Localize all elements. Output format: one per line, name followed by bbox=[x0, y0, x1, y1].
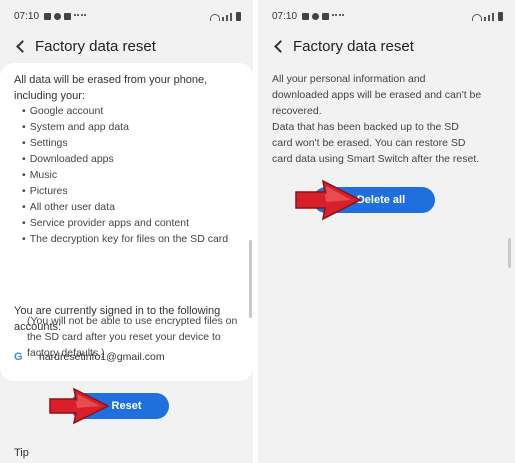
gallery-icon bbox=[44, 13, 51, 20]
list-item: • Service provider apps and content bbox=[22, 217, 190, 229]
gallery-icon bbox=[302, 13, 309, 20]
shield-icon bbox=[54, 13, 61, 20]
list-item: • The decryption key for files on the SD … bbox=[22, 233, 229, 245]
wifi-icon bbox=[472, 14, 482, 21]
signal-icon bbox=[226, 15, 228, 21]
account-row: G hardresetinfo1@gmail.com bbox=[14, 348, 165, 366]
list-item: • All other user data bbox=[22, 201, 115, 213]
account-email: hardresetinfo1@gmail.com bbox=[39, 351, 165, 363]
system-icons bbox=[210, 12, 241, 21]
scrollbar[interactable] bbox=[508, 238, 511, 268]
battery-icon bbox=[498, 12, 503, 21]
tip-heading: Tip bbox=[14, 447, 29, 459]
page-title: Factory data reset bbox=[293, 38, 414, 55]
list-item: • Music bbox=[22, 169, 58, 181]
signed-in-text: You are currently signed in to the follo… bbox=[14, 305, 221, 333]
erase-items-list: • Google account • System and app data • Se… bbox=[22, 103, 242, 247]
notification-icons bbox=[44, 13, 86, 20]
save-icon bbox=[322, 13, 329, 20]
chevron-left-icon[interactable] bbox=[274, 40, 287, 53]
app-header: Factory data reset bbox=[258, 32, 515, 62]
signal-icon bbox=[492, 13, 494, 21]
scrollbar[interactable] bbox=[249, 240, 252, 318]
erase-warning-text: All your personal information and downlo… bbox=[272, 73, 482, 117]
right-phone-screen: 07:10 Factory data reset bbox=[258, 0, 515, 463]
shield-icon bbox=[312, 13, 319, 20]
signal-icon bbox=[230, 13, 232, 21]
more-notifications-icon bbox=[332, 14, 344, 19]
status-bar: 07:10 bbox=[258, 0, 515, 32]
system-icons bbox=[472, 12, 503, 21]
list-item: • Google account bbox=[22, 105, 104, 117]
red-arrow-icon bbox=[295, 179, 362, 221]
sd-card-backup-text: Data that has been backed up to the SD c… bbox=[272, 121, 480, 165]
status-time: 07:10 bbox=[14, 11, 40, 22]
signal-icon bbox=[484, 17, 486, 21]
signal-icon bbox=[488, 15, 490, 21]
app-header: Factory data reset bbox=[0, 32, 253, 62]
red-arrow-icon bbox=[49, 387, 110, 425]
list-item: • Pictures bbox=[22, 185, 68, 197]
list-item: • Downloaded apps bbox=[22, 153, 114, 165]
wifi-icon bbox=[210, 14, 220, 21]
left-phone-screen: 07:10 Factory data reset All data will b… bbox=[0, 0, 253, 463]
google-icon: G bbox=[14, 351, 23, 363]
status-time: 07:10 bbox=[272, 11, 298, 22]
erase-intro-text: All data will be erased from your phone,… bbox=[14, 74, 208, 102]
more-notifications-icon bbox=[74, 14, 86, 19]
chevron-left-icon[interactable] bbox=[16, 40, 29, 53]
status-bar: 07:10 bbox=[0, 0, 253, 32]
save-icon bbox=[64, 13, 71, 20]
list-item: • Settings bbox=[22, 137, 68, 149]
notification-icons bbox=[302, 13, 344, 20]
list-item: • System and app data bbox=[22, 121, 129, 133]
page-title: Factory data reset bbox=[35, 38, 156, 55]
battery-icon bbox=[236, 12, 241, 21]
signal-icon bbox=[222, 17, 224, 21]
